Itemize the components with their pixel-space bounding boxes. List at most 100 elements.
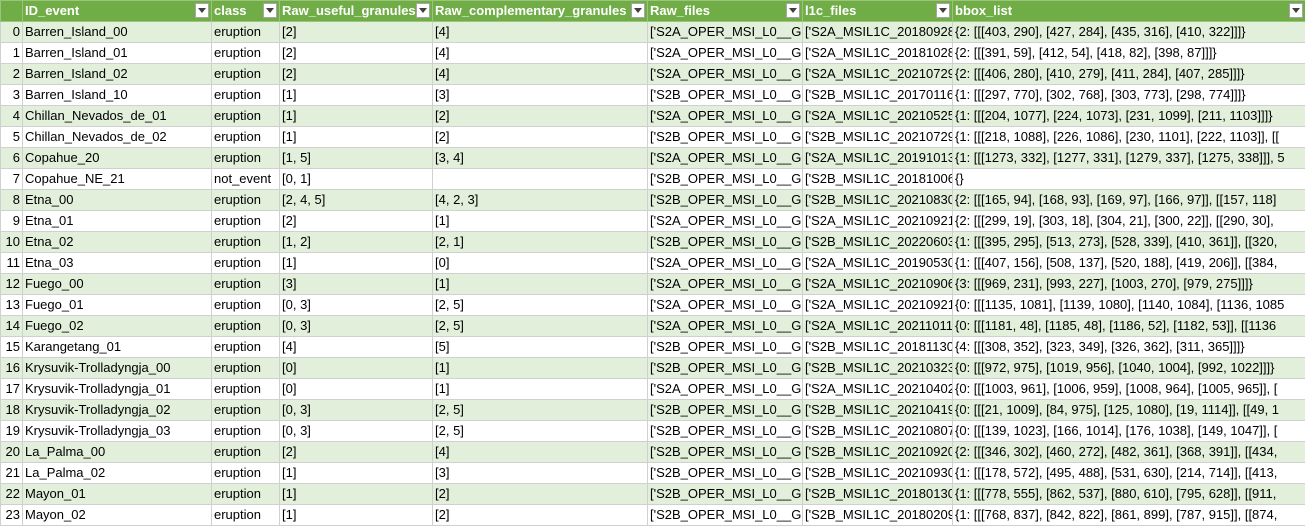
cell-bbox-list[interactable]: {0: [[[139, 1023], [166, 1014], [176, 10…	[953, 421, 1305, 442]
cell-class[interactable]: not_event	[212, 169, 280, 190]
cell-id-event[interactable]: Mayon_01	[23, 484, 212, 505]
cell-raw-files[interactable]: ['S2B_OPER_MSI_L0__GR	[648, 421, 803, 442]
header-raw-files[interactable]: Raw_files	[648, 1, 803, 22]
cell-raw-complementary-granules[interactable]: [4]	[433, 64, 648, 85]
cell-raw-useful-granules[interactable]: [2]	[280, 442, 433, 463]
cell-raw-useful-granules[interactable]: [1, 2]	[280, 232, 433, 253]
cell-raw-files[interactable]: ['S2B_OPER_MSI_L0__GR	[648, 484, 803, 505]
cell-index[interactable]: 15	[1, 337, 23, 358]
cell-raw-files[interactable]: ['S2A_OPER_MSI_L0__GR	[648, 106, 803, 127]
cell-index[interactable]: 6	[1, 148, 23, 169]
cell-index[interactable]: 18	[1, 400, 23, 421]
cell-class[interactable]: eruption	[212, 358, 280, 379]
cell-raw-useful-granules[interactable]: [1]	[280, 85, 433, 106]
cell-raw-files[interactable]: ['S2B_OPER_MSI_L0__GR	[648, 358, 803, 379]
cell-bbox-list[interactable]: {1: [[[204, 1077], [224, 1073], [231, 10…	[953, 106, 1305, 127]
cell-raw-files[interactable]: ['S2B_OPER_MSI_L0__GR	[648, 169, 803, 190]
cell-raw-complementary-granules[interactable]: [4]	[433, 43, 648, 64]
cell-l1c-files[interactable]: ['S2B_MSIL1C_20210930T12	[803, 463, 953, 484]
cell-l1c-files[interactable]: ['S2B_MSIL1C_20210807T13	[803, 421, 953, 442]
cell-l1c-files[interactable]: ['S2B_MSIL1C_20180130T02	[803, 484, 953, 505]
cell-id-event[interactable]: Fuego_00	[23, 274, 212, 295]
cell-raw-files[interactable]: ['S2B_OPER_MSI_L0__GR	[648, 400, 803, 421]
cell-raw-useful-granules[interactable]: [1]	[280, 463, 433, 484]
cell-raw-files[interactable]: ['S2B_OPER_MSI_L0__GR	[648, 190, 803, 211]
cell-id-event[interactable]: Etna_02	[23, 232, 212, 253]
cell-bbox-list[interactable]: {0: [[[972, 975], [1019, 956], [1040, 10…	[953, 358, 1305, 379]
cell-index[interactable]: 1	[1, 43, 23, 64]
cell-raw-files[interactable]: ['S2A_OPER_MSI_L0__GR	[648, 43, 803, 64]
cell-raw-useful-granules[interactable]: [2]	[280, 43, 433, 64]
cell-id-event[interactable]: Karangetang_01	[23, 337, 212, 358]
cell-raw-files[interactable]: ['S2B_OPER_MSI_L0__GR	[648, 463, 803, 484]
cell-bbox-list[interactable]: {1: [[[778, 555], [862, 537], [880, 610]…	[953, 484, 1305, 505]
cell-class[interactable]: eruption	[212, 190, 280, 211]
cell-id-event[interactable]: Copahue_20	[23, 148, 212, 169]
cell-index[interactable]: 10	[1, 232, 23, 253]
cell-index[interactable]: 9	[1, 211, 23, 232]
cell-bbox-list[interactable]: {1: [[[1273, 332], [1277, 331], [1279, 3…	[953, 148, 1305, 169]
cell-l1c-files[interactable]: ['S2B_MSIL1C_20210729T14	[803, 127, 953, 148]
cell-class[interactable]: eruption	[212, 232, 280, 253]
cell-l1c-files[interactable]: ['S2A_MSIL1C_20181028T04	[803, 43, 953, 64]
cell-id-event[interactable]: Krysuvik-Trolladyngja_03	[23, 421, 212, 442]
cell-l1c-files[interactable]: ['S2A_MSIL1C_20210729T04	[803, 64, 953, 85]
cell-raw-useful-granules[interactable]: [1]	[280, 484, 433, 505]
cell-raw-complementary-granules[interactable]: [2]	[433, 106, 648, 127]
cell-raw-files[interactable]: ['S2B_OPER_MSI_L0__GR	[648, 337, 803, 358]
cell-l1c-files[interactable]: ['S2A_MSIL1C_20180928T04	[803, 22, 953, 43]
cell-raw-complementary-granules[interactable]: [5]	[433, 337, 648, 358]
cell-raw-useful-granules[interactable]: [1]	[280, 106, 433, 127]
cell-id-event[interactable]: Etna_01	[23, 211, 212, 232]
cell-id-event[interactable]: Barren_Island_01	[23, 43, 212, 64]
cell-index[interactable]: 2	[1, 64, 23, 85]
cell-id-event[interactable]: Barren_Island_02	[23, 64, 212, 85]
cell-raw-complementary-granules[interactable]: [1]	[433, 211, 648, 232]
header-raw-useful-granules[interactable]: Raw_useful_granules	[280, 1, 433, 22]
cell-id-event[interactable]: Fuego_02	[23, 316, 212, 337]
cell-raw-complementary-granules[interactable]: [2, 1]	[433, 232, 648, 253]
cell-index[interactable]: 14	[1, 316, 23, 337]
cell-raw-useful-granules[interactable]: [1]	[280, 253, 433, 274]
cell-id-event[interactable]: Mayon_02	[23, 505, 212, 526]
cell-bbox-list[interactable]: {1: [[[395, 295], [513, 273], [528, 339]…	[953, 232, 1305, 253]
cell-raw-files[interactable]: ['S2A_OPER_MSI_L0__GR	[648, 295, 803, 316]
cell-id-event[interactable]: Chillan_Nevados_de_01	[23, 106, 212, 127]
cell-index[interactable]: 17	[1, 379, 23, 400]
cell-l1c-files[interactable]: ['S2B_MSIL1C_20170116T04	[803, 85, 953, 106]
header-id-event[interactable]: ID_event	[23, 1, 212, 22]
cell-id-event[interactable]: Krysuvik-Trolladyngja_01	[23, 379, 212, 400]
cell-class[interactable]: eruption	[212, 43, 280, 64]
cell-raw-complementary-granules[interactable]: [4]	[433, 22, 648, 43]
cell-raw-useful-granules[interactable]: [2, 4, 5]	[280, 190, 433, 211]
cell-raw-complementary-granules[interactable]: [4, 2, 3]	[433, 190, 648, 211]
cell-class[interactable]: eruption	[212, 253, 280, 274]
cell-raw-files[interactable]: ['S2A_OPER_MSI_L0__GR	[648, 274, 803, 295]
cell-raw-complementary-granules[interactable]: [2, 5]	[433, 400, 648, 421]
cell-l1c-files[interactable]: ['S2B_MSIL1C_20180209T02	[803, 505, 953, 526]
cell-l1c-files[interactable]: ['S2A_MSIL1C_20210525T14	[803, 106, 953, 127]
cell-bbox-list[interactable]: {}	[953, 169, 1305, 190]
cell-raw-useful-granules[interactable]: [0, 3]	[280, 316, 433, 337]
cell-raw-useful-granules[interactable]: [4]	[280, 337, 433, 358]
cell-index[interactable]: 12	[1, 274, 23, 295]
cell-class[interactable]: eruption	[212, 64, 280, 85]
cell-raw-complementary-granules[interactable]: [2, 5]	[433, 295, 648, 316]
cell-index[interactable]: 11	[1, 253, 23, 274]
cell-bbox-list[interactable]: {0: [[[1003, 961], [1006, 959], [1008, 9…	[953, 379, 1305, 400]
cell-l1c-files[interactable]: ['S2A_MSIL1C_20210921T09	[803, 211, 953, 232]
cell-class[interactable]: eruption	[212, 463, 280, 484]
cell-class[interactable]: eruption	[212, 22, 280, 43]
cell-raw-useful-granules[interactable]: [2]	[280, 211, 433, 232]
filter-dropdown-icon[interactable]	[263, 3, 277, 18]
cell-class[interactable]: eruption	[212, 211, 280, 232]
cell-bbox-list[interactable]: {0: [[[1135, 1081], [1139, 1080], [1140,…	[953, 295, 1305, 316]
cell-raw-useful-granules[interactable]: [0]	[280, 358, 433, 379]
cell-raw-complementary-granules[interactable]: [3, 4]	[433, 148, 648, 169]
header-raw-complementary-granules[interactable]: Raw_complementary_granules	[433, 1, 648, 22]
cell-raw-useful-granules[interactable]: [0, 3]	[280, 295, 433, 316]
cell-l1c-files[interactable]: ['S2B_MSIL1C_20210419T13	[803, 400, 953, 421]
cell-raw-files[interactable]: ['S2B_OPER_MSI_L0__GR	[648, 232, 803, 253]
cell-bbox-list[interactable]: {2: [[[165, 94], [168, 93], [169, 97], […	[953, 190, 1305, 211]
cell-raw-useful-granules[interactable]: [1]	[280, 127, 433, 148]
